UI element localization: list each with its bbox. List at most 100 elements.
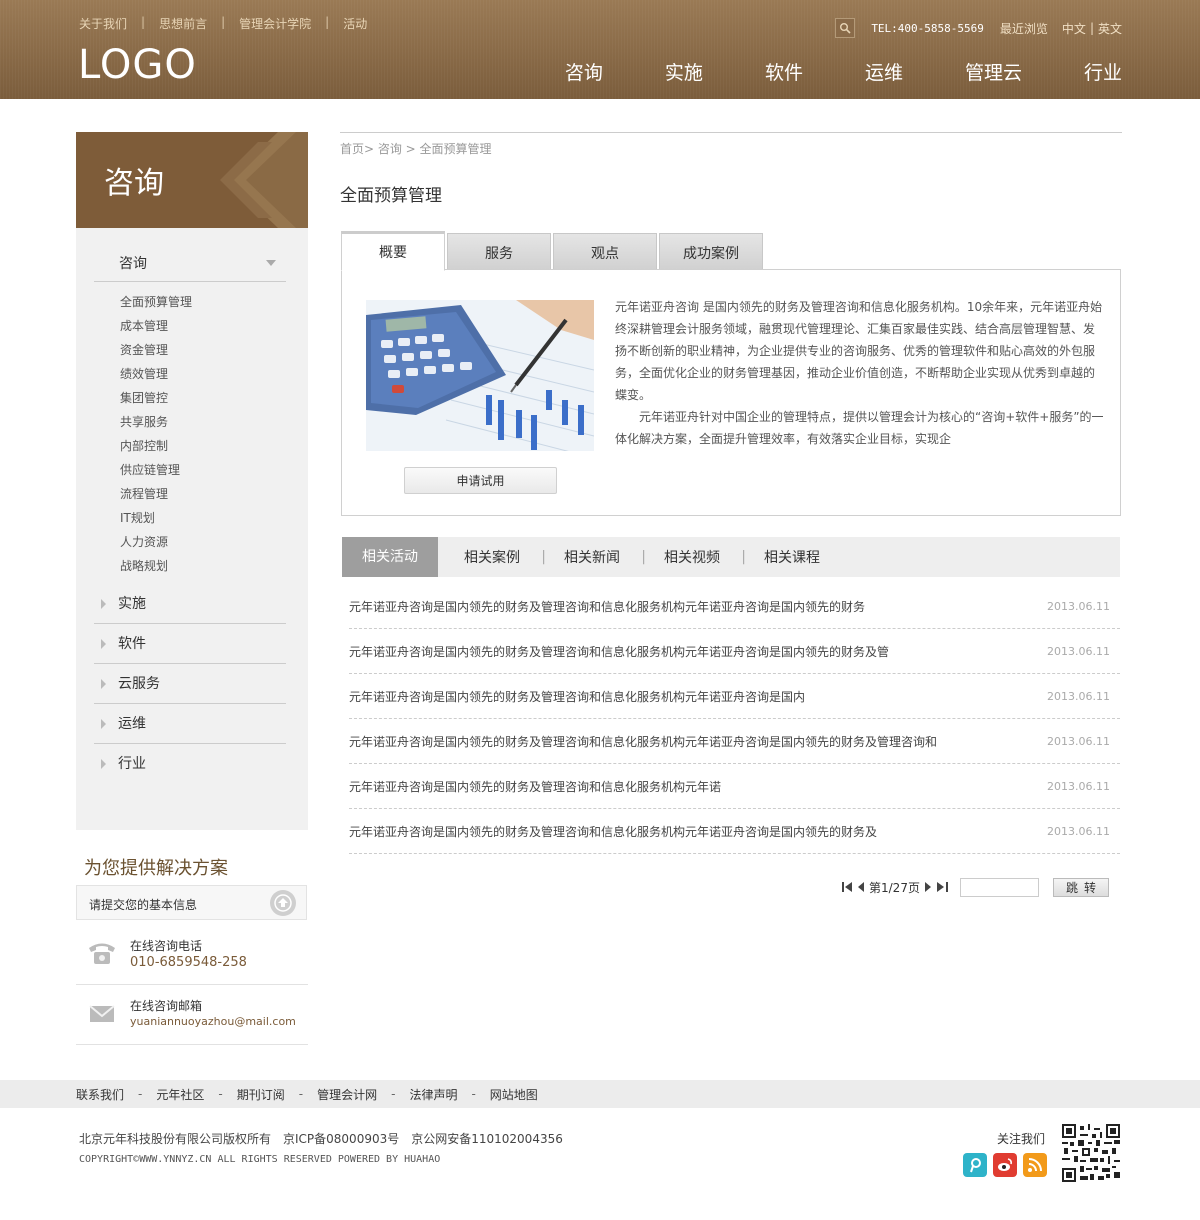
sidebar-sub-item[interactable]: 全面预算管理: [120, 290, 308, 314]
list-item-title[interactable]: 元年诺亚舟咨询是国内领先的财务及管理咨询和信息化服务机构元年诺: [349, 778, 721, 795]
footer-link-legal[interactable]: 法律声明: [409, 1086, 457, 1103]
top-link-academy[interactable]: 管理会计学院: [239, 15, 311, 32]
sidebar-sub-item[interactable]: 人力资源: [120, 530, 308, 554]
sidebar-section-cloud[interactable]: 云服务: [94, 664, 286, 704]
overview-paragraph-2: 元年诺亚舟针对中国企业的管理特点，提供以管理会计为核心的“咨询+软件+服务”的一…: [615, 410, 1104, 446]
chevron-right-icon: [101, 759, 106, 769]
main-nav: 咨询 实施 软件 运维 管理云 行业: [565, 58, 1122, 85]
lang-en-link[interactable]: 英文: [1098, 20, 1122, 37]
sidebar-section-operations[interactable]: 运维: [94, 704, 286, 744]
list-item-title[interactable]: 元年诺亚舟咨询是国内领先的财务及管理咨询和信息化服务机构元年诺亚舟咨询是国内领先…: [349, 733, 937, 750]
list-item-date: 2013.06.11: [1047, 644, 1110, 658]
first-page-icon[interactable]: [841, 881, 853, 893]
sidebar-sub-item[interactable]: 成本管理: [120, 314, 308, 338]
nav-industry[interactable]: 行业: [1084, 58, 1122, 85]
list-item-date: 2013.06.11: [1047, 734, 1110, 748]
qr-code-icon: [1062, 1124, 1120, 1182]
sidebar-sub-item[interactable]: 战略规划: [120, 554, 308, 578]
follow-us-label: 关注我们: [997, 1132, 1046, 1146]
sidebar-section-software[interactable]: 软件: [94, 624, 286, 664]
sidebar-section-industry[interactable]: 行业: [94, 744, 286, 784]
top-link-events[interactable]: 活动: [343, 15, 367, 32]
recent-browse-link[interactable]: 最近浏览: [1000, 20, 1048, 37]
page-title: 全面预算管理: [340, 186, 442, 206]
list-item-date: 2013.06.11: [1047, 599, 1110, 613]
tencent-weibo-icon[interactable]: [963, 1153, 987, 1177]
footer-link-community[interactable]: 元年社区: [156, 1086, 204, 1103]
list-item-title[interactable]: 元年诺亚舟咨询是国内领先的财务及管理咨询和信息化服务机构元年诺亚舟咨询是国内领先…: [349, 823, 877, 840]
footer-link-subscribe[interactable]: 期刊订阅: [237, 1086, 285, 1103]
tab-related-videos[interactable]: 相关视频 |: [642, 547, 746, 567]
submit-info-bar[interactable]: 请提交您的基本信息: [76, 885, 307, 920]
chevron-decoration-icon: [220, 132, 308, 228]
next-page-icon[interactable]: [924, 881, 932, 893]
jump-button[interactable]: 跳转: [1052, 877, 1109, 897]
tab-services[interactable]: 服务: [447, 233, 551, 271]
list-item[interactable]: 元年诺亚舟咨询是国内领先的财务及管理咨询和信息化服务机构元年诺亚舟咨询是国内领先…: [349, 719, 1120, 764]
nav-mgmt-cloud[interactable]: 管理云: [965, 58, 1022, 85]
apply-trial-button[interactable]: 申请试用: [404, 467, 557, 494]
lang-cn-link[interactable]: 中文: [1062, 20, 1086, 37]
sidebar-sub-list: 全面预算管理 成本管理 资金管理 绩效管理 集团管控 共享服务 内部控制 供应链…: [120, 290, 308, 578]
list-item-title[interactable]: 元年诺亚舟咨询是国内领先的财务及管理咨询和信息化服务机构元年诺亚舟咨询是国内领先…: [349, 598, 865, 615]
nav-implementation[interactable]: 实施: [665, 58, 703, 85]
arrow-up-icon[interactable]: [270, 890, 296, 916]
chevron-down-icon: [266, 260, 276, 266]
tab-related-activities[interactable]: 相关活动: [342, 537, 438, 577]
nav-software[interactable]: 软件: [765, 58, 803, 85]
tab-related-cases[interactable]: 相关案例 |: [442, 547, 546, 567]
nav-operations[interactable]: 运维: [865, 58, 903, 85]
tab-overview[interactable]: 概要: [341, 231, 445, 271]
site-header: 关于我们 | 思想前言 | 管理会计学院 | 活动 LOGO TEL:400-5…: [0, 0, 1200, 99]
copyright-text: 北京元年科技股份有限公司版权所有 京ICP备08000903号 京公网安备110…: [79, 1132, 563, 1146]
search-icon[interactable]: [835, 18, 856, 38]
footer-link-mgmt-accounting[interactable]: 管理会计网: [317, 1086, 377, 1103]
last-page-icon[interactable]: [936, 881, 950, 893]
email-address[interactable]: yuaniannuoyazhou@mail.com: [130, 1015, 296, 1028]
tab-viewpoints[interactable]: 观点: [553, 233, 657, 271]
rss-icon[interactable]: [1023, 1153, 1047, 1177]
footer-nav: 联系我们 - 元年社区 - 期刊订阅 - 管理会计网 - 法律声明 - 网站地图: [0, 1080, 1200, 1108]
sidebar-sub-item[interactable]: 共享服务: [120, 410, 308, 434]
sidebar-section-implementation[interactable]: 实施: [94, 584, 286, 624]
top-link-thoughts[interactable]: 思想前言: [159, 15, 207, 32]
list-item[interactable]: 元年诺亚舟咨询是国内领先的财务及管理咨询和信息化服务机构元年诺亚舟咨询是国内领先…: [349, 809, 1120, 854]
top-link-about[interactable]: 关于我们: [79, 15, 127, 32]
pagination: 第1/27页 跳转: [841, 877, 1109, 897]
nav-consulting[interactable]: 咨询: [565, 58, 603, 85]
list-item-title[interactable]: 元年诺亚舟咨询是国内领先的财务及管理咨询和信息化服务机构元年诺亚舟咨询是国内: [349, 688, 805, 705]
list-item[interactable]: 元年诺亚舟咨询是国内领先的财务及管理咨询和信息化服务机构元年诺亚舟咨询是国内领先…: [349, 584, 1120, 629]
page-jump-input[interactable]: [959, 877, 1039, 897]
sidebar-sub-item[interactable]: 集团管控: [120, 386, 308, 410]
footer-link-contact[interactable]: 联系我们: [76, 1086, 124, 1103]
sidebar-section-consulting[interactable]: 咨询: [94, 250, 286, 282]
tab-related-news[interactable]: 相关新闻 |: [542, 547, 646, 567]
chevron-right-icon: [101, 679, 106, 689]
sidebar-sub-item[interactable]: 内部控制: [120, 434, 308, 458]
mail-icon: [89, 1005, 115, 1022]
sidebar-sub-item[interactable]: 供应链管理: [120, 458, 308, 482]
breadcrumb[interactable]: 首页> 咨询 > 全面预算管理: [340, 140, 492, 157]
top-links: 关于我们 | 思想前言 | 管理会计学院 | 活动: [79, 15, 368, 32]
header-tel: TEL:400-5858-5569: [871, 21, 984, 35]
phone-label: 在线咨询电话: [130, 939, 203, 953]
list-item[interactable]: 元年诺亚舟咨询是国内领先的财务及管理咨询和信息化服务机构元年诺亚舟咨询是国内领先…: [349, 629, 1120, 674]
sidebar-sub-item[interactable]: 绩效管理: [120, 362, 308, 386]
tab-cases[interactable]: 成功案例: [659, 233, 763, 271]
sidebar-sub-item[interactable]: IT规划: [120, 506, 308, 530]
tab-related-courses[interactable]: 相关课程: [742, 547, 842, 567]
divider: [340, 132, 1122, 133]
header-utility: TEL:400-5858-5569 最近浏览 中文 | 英文: [835, 18, 1122, 38]
list-item[interactable]: 元年诺亚舟咨询是国内领先的财务及管理咨询和信息化服务机构元年诺亚舟咨询是国内 20…: [349, 674, 1120, 719]
sidebar-sub-item[interactable]: 流程管理: [120, 482, 308, 506]
list-item[interactable]: 元年诺亚舟咨询是国内领先的财务及管理咨询和信息化服务机构元年诺 2013.06.1…: [349, 764, 1120, 809]
logo[interactable]: LOGO: [78, 42, 197, 88]
footer-link-sitemap[interactable]: 网站地图: [490, 1086, 538, 1103]
overview-panel: 申请试用 元年诺亚舟咨询 是国内领先的财务及管理咨询和信息化服务机构。10余年来…: [341, 269, 1121, 516]
list-item-date: 2013.06.11: [1047, 689, 1110, 703]
sidebar-sub-item[interactable]: 资金管理: [120, 338, 308, 362]
prev-page-icon[interactable]: [857, 881, 865, 893]
list-item-title[interactable]: 元年诺亚舟咨询是国内领先的财务及管理咨询和信息化服务机构元年诺亚舟咨询是国内领先…: [349, 643, 889, 660]
related-list: 元年诺亚舟咨询是国内领先的财务及管理咨询和信息化服务机构元年诺亚舟咨询是国内领先…: [349, 584, 1120, 854]
sina-weibo-icon[interactable]: [993, 1153, 1017, 1177]
